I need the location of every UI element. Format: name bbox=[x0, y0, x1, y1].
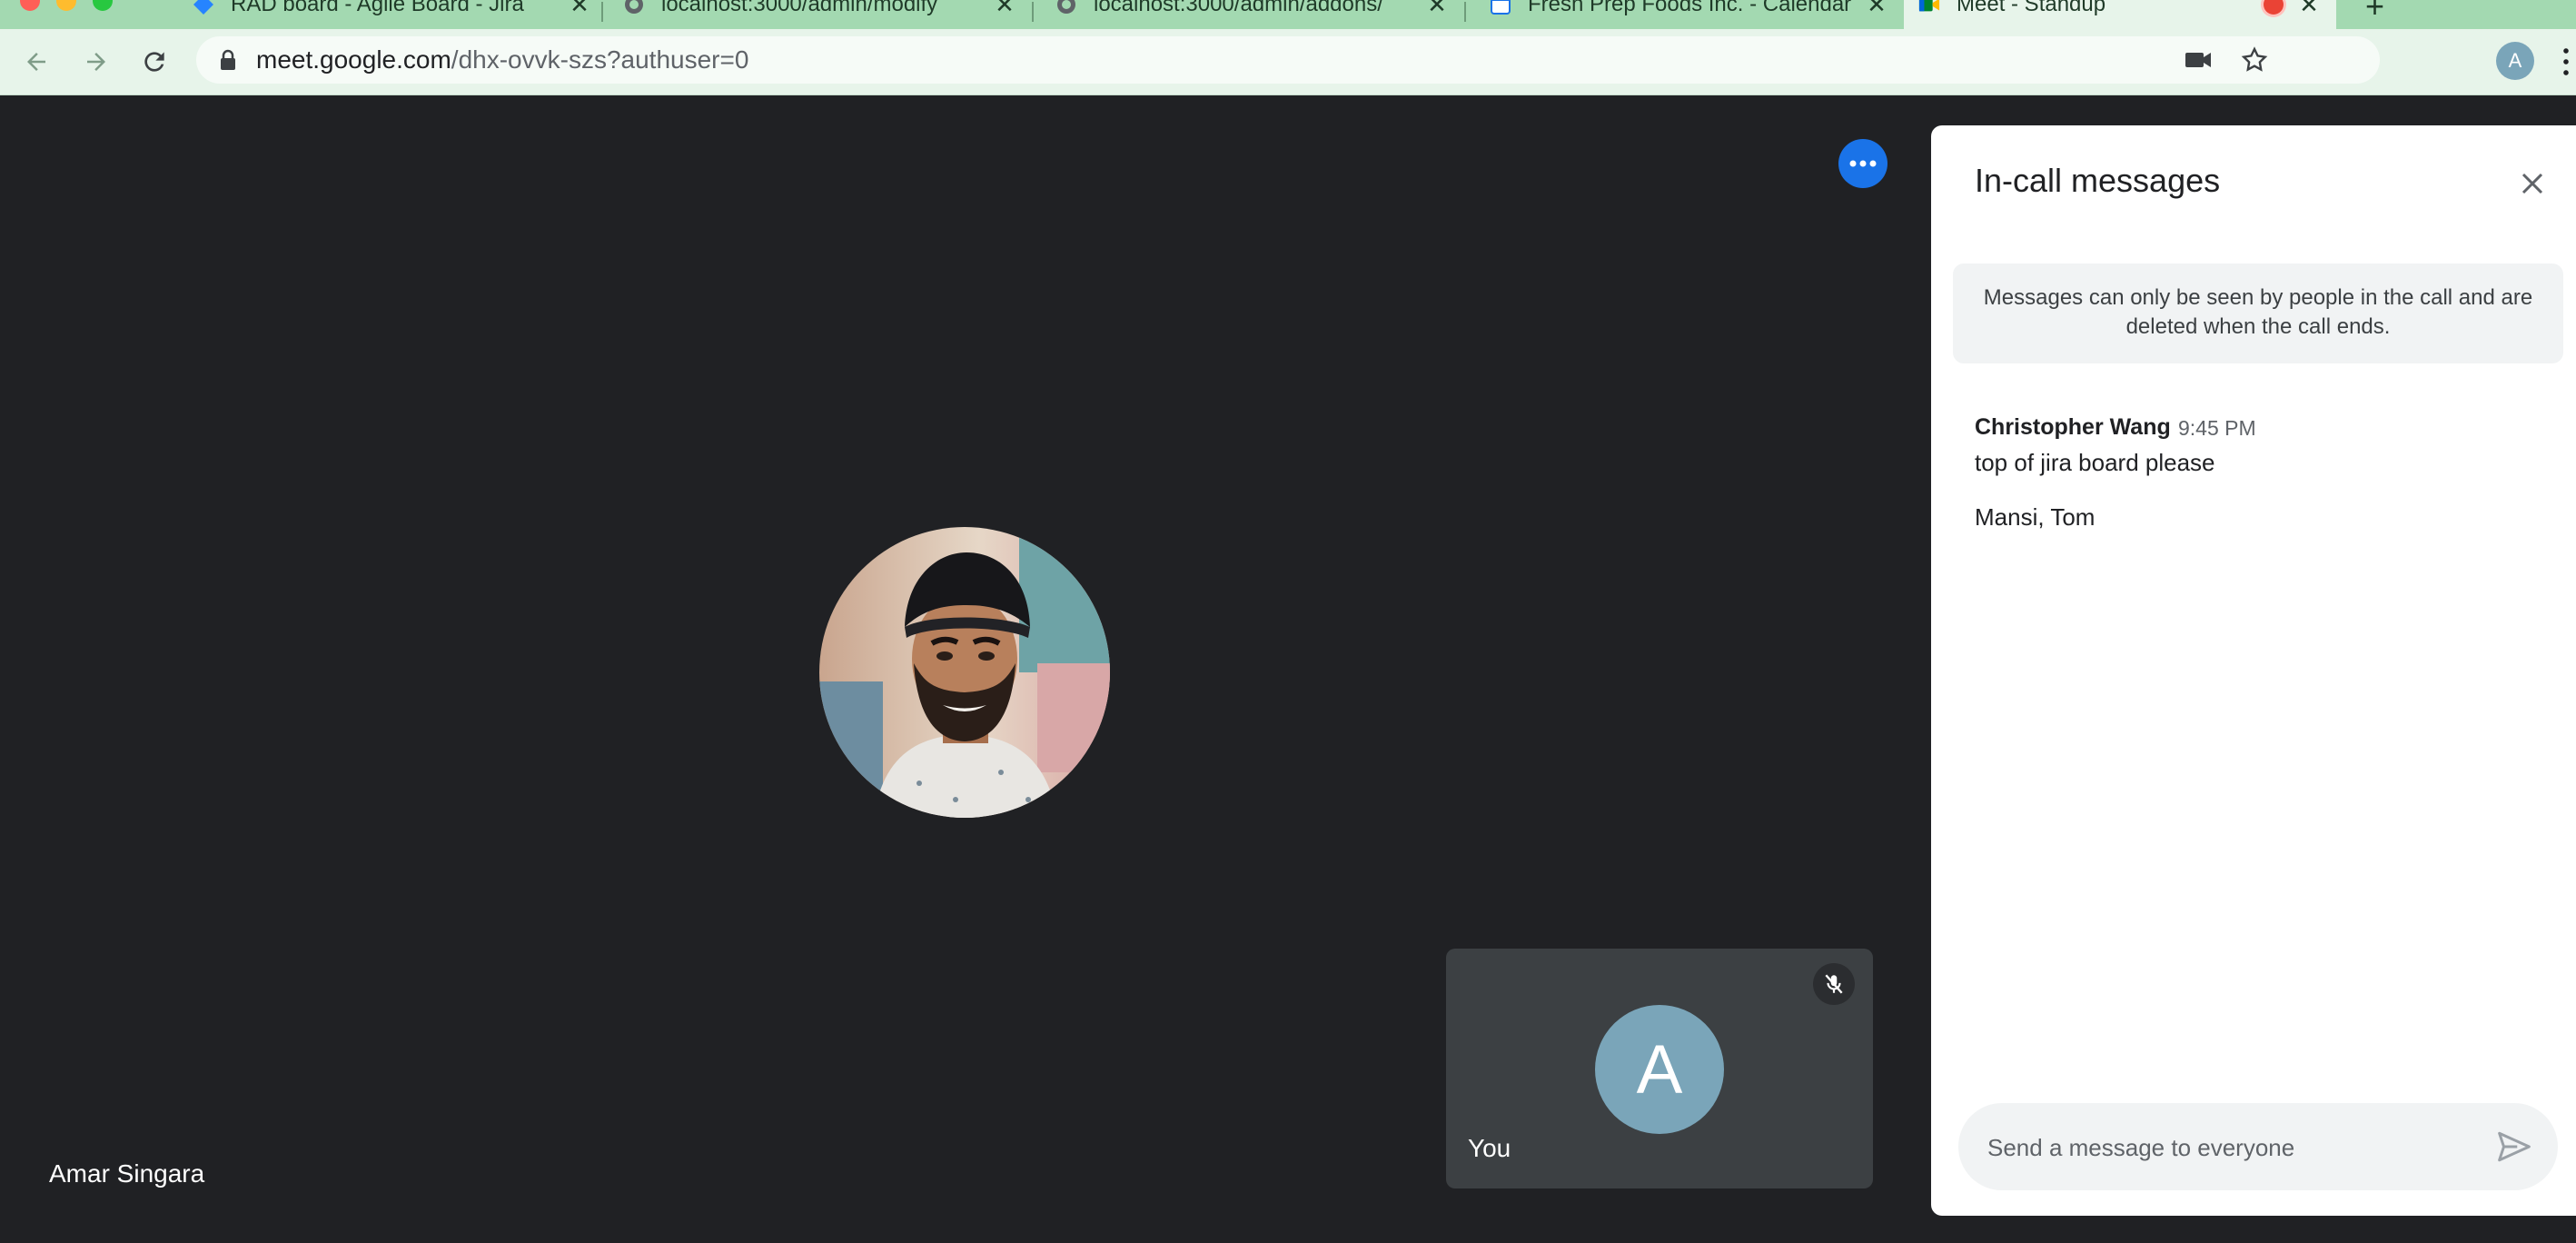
more-horizontal-icon bbox=[1849, 160, 1877, 167]
forward-button[interactable] bbox=[76, 42, 116, 82]
arrow-left-icon bbox=[27, 53, 45, 71]
close-panel-button[interactable] bbox=[2512, 164, 2552, 204]
self-name-label: You bbox=[1468, 1134, 1511, 1162]
globe-icon bbox=[623, 0, 645, 15]
url-path: /dhx-ovvk-szs?authuser=0 bbox=[451, 45, 749, 74]
tab-title: Fresh Prep Foods Inc. - Calendar bbox=[1528, 0, 1852, 16]
tab-title: RAD board - Agile Board - Jira bbox=[231, 0, 524, 16]
browser-menu-icon[interactable] bbox=[2563, 45, 2569, 76]
url-host: meet.google.com bbox=[256, 45, 451, 74]
tab-title: Meet - Standup bbox=[1957, 0, 2106, 16]
send-button[interactable] bbox=[2492, 1125, 2536, 1168]
tab-jira[interactable]: RAD board - Agile Board - Jira ✕ bbox=[178, 0, 607, 29]
new-tab-button[interactable]: + bbox=[2365, 0, 2384, 25]
tab-divider bbox=[1032, 2, 1034, 22]
lock-icon bbox=[218, 49, 238, 75]
window-zoom-dot[interactable] bbox=[93, 0, 113, 11]
back-button[interactable] bbox=[16, 42, 56, 82]
tab-title: localhost:3000/admin/modify bbox=[661, 0, 938, 16]
reload-icon bbox=[144, 52, 164, 72]
browser-toolbar: meet.google.com/dhx-ovvk-szs?authuser=0 … bbox=[0, 29, 2576, 95]
tab-calendar[interactable]: Fresh Prep Foods Inc. - Calendar ✕ bbox=[1475, 0, 1904, 29]
meet-icon bbox=[1918, 0, 1940, 15]
send-icon bbox=[2498, 1131, 2531, 1162]
window-close-dot[interactable] bbox=[20, 0, 40, 11]
address-bar[interactable]: meet.google.com/dhx-ovvk-szs?authuser=0 bbox=[196, 36, 2380, 84]
message-composer bbox=[1958, 1103, 2558, 1192]
more-options-button[interactable] bbox=[1838, 139, 1887, 188]
jira-icon bbox=[193, 0, 214, 15]
chat-notice: Messages can only be seen by people in t… bbox=[1953, 264, 2563, 363]
self-view-tile[interactable]: A You bbox=[1446, 949, 1873, 1188]
tab-divider bbox=[1464, 2, 1466, 22]
message-text: Mansi, Tom bbox=[1975, 503, 2095, 531]
tab-localhost-modify[interactable]: localhost:3000/admin/modify ✕ bbox=[609, 0, 1032, 29]
close-icon bbox=[2522, 173, 2543, 194]
message-timestamp: 9:45 PM bbox=[2178, 416, 2256, 440]
tab-meet[interactable]: Meet - Standup ✕ bbox=[1904, 0, 2336, 29]
arrow-right-icon bbox=[87, 53, 105, 71]
message-text: top of jira board please bbox=[1975, 449, 2215, 476]
window-minimize-dot[interactable] bbox=[56, 0, 76, 11]
close-icon[interactable]: ✕ bbox=[2296, 0, 2322, 19]
bookmark-star-icon[interactable] bbox=[2240, 45, 2269, 79]
close-icon[interactable]: ✕ bbox=[1424, 0, 1450, 19]
panel-title: In-call messages bbox=[1975, 162, 2221, 199]
mic-off-icon bbox=[1813, 963, 1855, 1005]
self-avatar: A bbox=[1595, 1005, 1724, 1134]
message-sender: Christopher Wang bbox=[1975, 414, 2171, 440]
url-text[interactable]: meet.google.com/dhx-ovvk-szs?authuser=0 bbox=[256, 36, 748, 84]
close-icon[interactable]: ✕ bbox=[992, 0, 1017, 19]
tab-divider bbox=[601, 2, 603, 22]
tab-title: localhost:3000/admin/addons/ bbox=[1094, 0, 1383, 16]
profile-avatar[interactable]: A bbox=[2496, 42, 2534, 80]
tab-localhost-addons[interactable]: localhost:3000/admin/addons/ ✕ bbox=[1041, 0, 1464, 29]
camera-icon[interactable] bbox=[2184, 47, 2213, 77]
presenter-name-label: Amar Singara bbox=[49, 1159, 205, 1188]
message-input[interactable] bbox=[1986, 1103, 2480, 1192]
close-icon[interactable]: ✕ bbox=[1864, 0, 1889, 19]
tab-strip: RAD board - Agile Board - Jira ✕ localho… bbox=[0, 0, 2576, 29]
calendar-icon bbox=[1490, 0, 1511, 15]
reload-button[interactable] bbox=[134, 42, 174, 82]
globe-icon bbox=[1055, 0, 1077, 15]
close-icon[interactable]: ✕ bbox=[567, 0, 592, 19]
recording-icon bbox=[2264, 0, 2284, 15]
participant-avatar-photo bbox=[819, 527, 1110, 818]
in-call-messages-panel: In-call messages Messages can only be se… bbox=[1931, 125, 2576, 1216]
